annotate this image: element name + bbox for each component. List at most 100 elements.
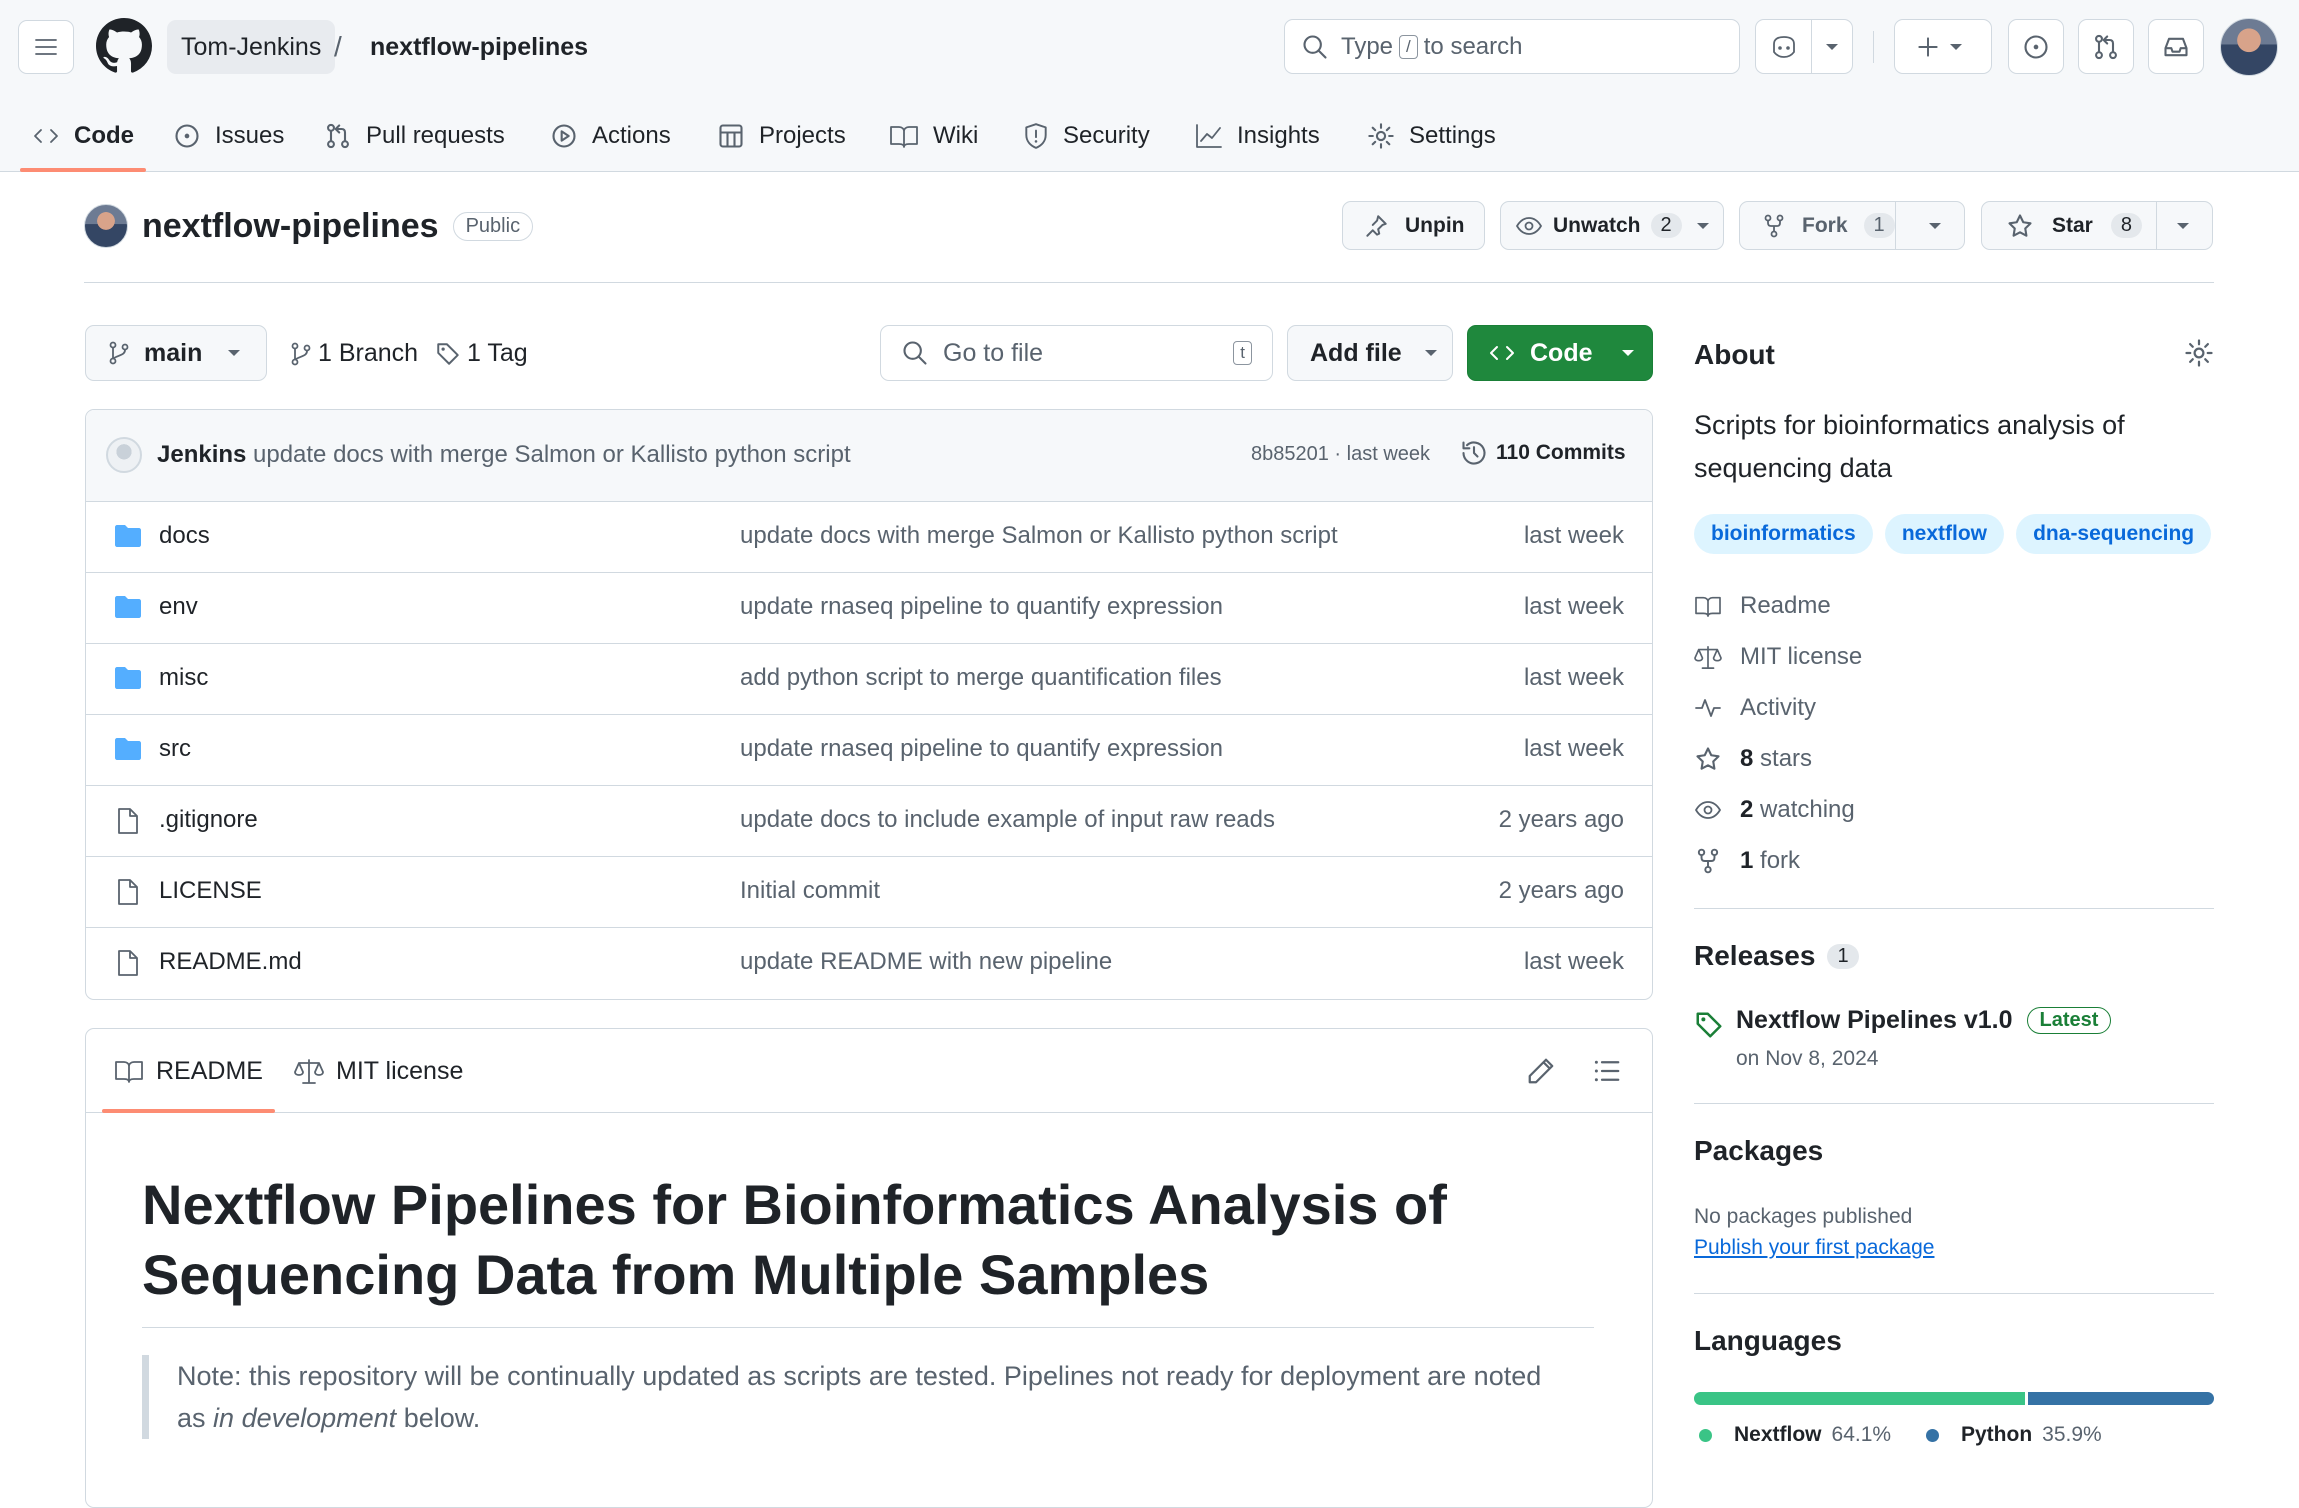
tab-actions[interactable]: Actions — [550, 100, 671, 172]
pull-requests-button[interactable] — [2078, 19, 2134, 74]
file-row[interactable]: LICENSE Initial commit 2 years ago — [86, 857, 1652, 928]
menu-button[interactable] — [18, 20, 74, 74]
book-icon — [115, 1061, 143, 1083]
tab-label: Pull requests — [366, 122, 505, 149]
forks-link[interactable]: 1 fork — [1694, 847, 1800, 875]
repo-name[interactable]: nextflow-pipelines — [142, 207, 439, 246]
copilot-icon — [1772, 35, 1795, 58]
tag-icon — [1696, 1012, 1722, 1038]
fork-button[interactable]: Fork 1 — [1739, 201, 1965, 250]
watching-link[interactable]: 2 watching — [1694, 796, 1855, 824]
releases-heading-row[interactable]: Releases 1 — [1694, 940, 1859, 972]
star-icon — [1696, 747, 1720, 770]
create-new-button[interactable] — [1894, 19, 1992, 74]
tab-license[interactable]: MIT license — [294, 1029, 463, 1113]
file-commit-message[interactable]: update docs to include example of input … — [740, 806, 1275, 834]
file-commit-message[interactable]: update rnaseq pipeline to quantify expre… — [740, 593, 1223, 621]
star-button[interactable]: Star 8 — [1981, 201, 2213, 250]
file-commit-message[interactable]: update README with new pipeline — [740, 948, 1112, 976]
pencil-icon[interactable] — [1526, 1056, 1556, 1086]
about-heading: About — [1694, 339, 1775, 370]
gear-icon[interactable] — [2184, 338, 2214, 368]
inbox-button[interactable] — [2148, 19, 2204, 74]
sidebar-divider — [1694, 908, 2214, 909]
file-row[interactable]: README.md update README with new pipelin… — [86, 928, 1652, 999]
branches-link[interactable]: 1 Branch — [290, 339, 418, 368]
unwatch-button[interactable]: Unwatch 2 — [1500, 201, 1724, 250]
user-avatar[interactable] — [2220, 18, 2278, 76]
chevron-down-icon[interactable] — [1924, 216, 1946, 236]
file-commit-message[interactable]: update docs with merge Salmon or Kallist… — [740, 522, 1338, 550]
commit-author-avatar[interactable] — [106, 437, 142, 473]
tags-count: 1 Tag — [467, 339, 528, 367]
file-commit-message[interactable]: update rnaseq pipeline to quantify expre… — [740, 735, 1223, 763]
file-name[interactable]: .gitignore — [159, 806, 258, 834]
license-link-label: MIT license — [1740, 643, 1863, 670]
topic-tag[interactable]: dna-sequencing — [2016, 514, 2212, 554]
packages-heading[interactable]: Packages — [1694, 1135, 1823, 1167]
tags-link[interactable]: 1 Tag — [435, 339, 528, 368]
file-date: 2 years ago — [1498, 877, 1624, 904]
list-icon[interactable] — [1592, 1056, 1622, 1086]
topic-tag[interactable]: bioinformatics — [1694, 514, 1873, 554]
owner-avatar[interactable] — [84, 204, 128, 248]
tab-settings[interactable]: Settings — [1367, 100, 1496, 172]
file-name[interactable]: misc — [159, 664, 208, 692]
tab-label: Wiki — [933, 122, 979, 149]
file-name[interactable]: env — [159, 593, 198, 621]
unpin-label: Unpin — [1405, 213, 1465, 237]
commit-author[interactable]: Jenkins — [157, 441, 246, 469]
tab-pull-requests[interactable]: Pull requests — [324, 100, 505, 172]
issues-button[interactable] — [2008, 19, 2064, 74]
github-logo-icon[interactable] — [96, 18, 152, 74]
readme-link[interactable]: Readme — [1694, 592, 1831, 620]
commits-link[interactable]: 110 Commits — [1460, 439, 1626, 467]
license-link[interactable]: MIT license — [1694, 643, 1862, 671]
graph-icon — [1196, 124, 1222, 148]
file-commit-message[interactable]: Initial commit — [740, 877, 880, 905]
add-file-button[interactable]: Add file — [1287, 325, 1453, 381]
stars-link[interactable]: 8 stars — [1694, 745, 1812, 773]
file-name[interactable]: src — [159, 735, 191, 763]
language-item[interactable]: Nextflow 64.1% — [1699, 1423, 1891, 1447]
fork-icon — [1764, 214, 1784, 237]
file-name[interactable]: docs — [159, 522, 210, 550]
file-row[interactable]: docs update docs with merge Salmon or Ka… — [86, 502, 1652, 573]
tab-code[interactable]: Code — [20, 100, 146, 172]
file-row[interactable]: .gitignore update docs to include exampl… — [86, 786, 1652, 857]
commit-message[interactable]: update docs with merge Salmon or Kallist… — [253, 441, 851, 469]
breadcrumb-owner[interactable]: Tom-Jenkins — [167, 20, 336, 74]
file-row[interactable]: misc add python script to merge quantifi… — [86, 644, 1652, 715]
file-row[interactable]: src update rnaseq pipeline to quantify e… — [86, 715, 1652, 786]
tab-readme[interactable]: README — [102, 1029, 275, 1113]
copilot-button[interactable] — [1755, 19, 1853, 74]
tab-security[interactable]: Security — [1023, 100, 1150, 172]
file-date: 2 years ago — [1498, 806, 1624, 833]
language-item[interactable]: Python 35.9% — [1926, 1423, 2102, 1447]
file-icon — [118, 950, 138, 976]
breadcrumb-repo[interactable]: nextflow-pipelines — [356, 20, 602, 74]
watching-count: 2 — [1740, 796, 1754, 823]
release-date: on Nov 8, 2024 — [1736, 1047, 1879, 1070]
commit-hash-time[interactable]: 8b85201 · last week — [1251, 443, 1430, 466]
branch-select[interactable]: main — [85, 325, 267, 381]
tab-projects[interactable]: Projects — [717, 100, 846, 172]
file-commit-message[interactable]: add python script to merge quantificatio… — [740, 664, 1222, 692]
tab-wiki[interactable]: Wiki — [889, 100, 978, 172]
global-search-input[interactable]: Type / to search — [1284, 19, 1740, 74]
tab-insights[interactable]: Insights — [1195, 100, 1320, 172]
publish-package-link[interactable]: Publish your first package — [1694, 1236, 1934, 1260]
visibility-badge: Public — [452, 211, 534, 241]
file-name[interactable]: LICENSE — [159, 877, 262, 905]
topic-tag[interactable]: nextflow — [1884, 514, 2004, 554]
activity-link[interactable]: Activity — [1694, 694, 1816, 722]
file-name[interactable]: README.md — [159, 948, 302, 976]
code-button[interactable]: Code — [1467, 325, 1653, 381]
unpin-button[interactable]: Unpin — [1342, 201, 1485, 250]
release-item[interactable]: Nextflow Pipelines v1.0 Latest — [1736, 1006, 2112, 1035]
chevron-down-icon[interactable] — [2172, 216, 2194, 236]
tab-issues[interactable]: Issues — [173, 100, 284, 172]
go-to-file-input[interactable]: Go to file t — [880, 325, 1273, 381]
file-row[interactable]: env update rnaseq pipeline to quantify e… — [86, 573, 1652, 644]
title-separator — [84, 282, 2214, 283]
